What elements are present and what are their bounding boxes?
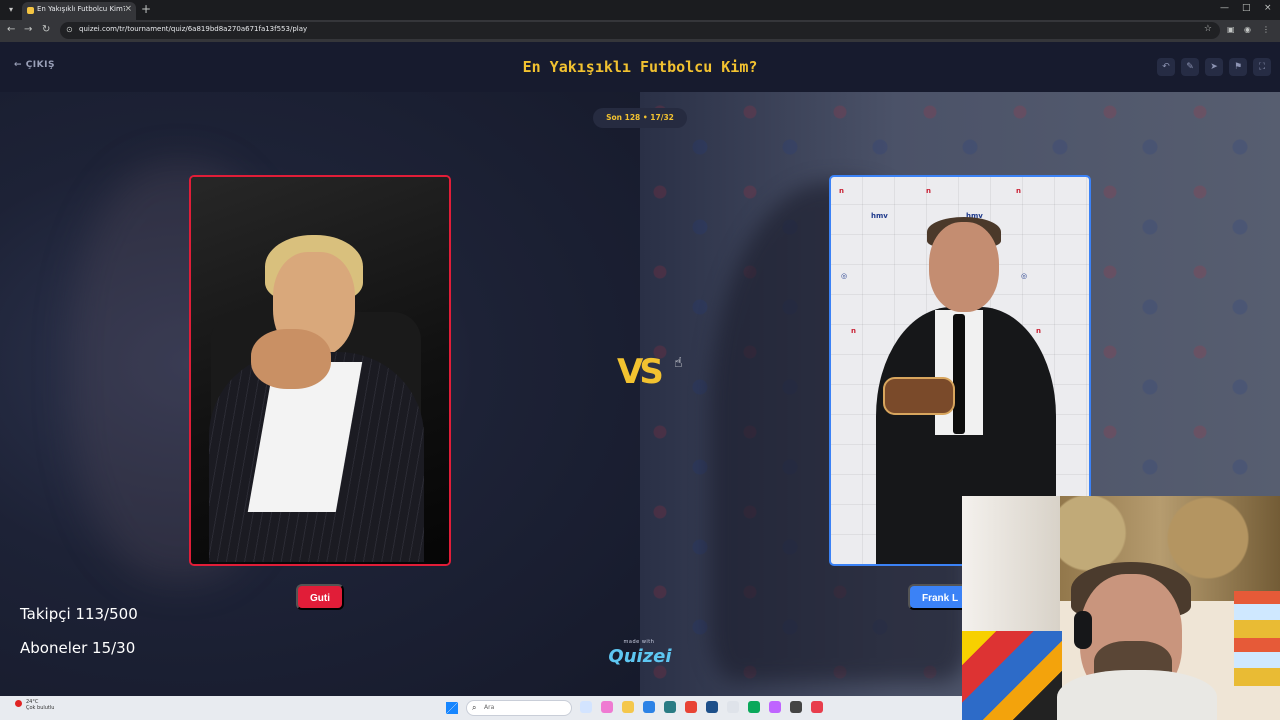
- browser-window: ▾ En Yakışıklı Futbolcu Kim? - Tie × + —…: [0, 0, 1280, 42]
- minimize-icon[interactable]: —: [1220, 3, 1229, 13]
- edit-icon[interactable]: ✎: [1181, 58, 1199, 76]
- copilot-icon[interactable]: [601, 701, 613, 713]
- subscribers-stat: Aboneler 15/30: [20, 639, 136, 657]
- maximize-icon[interactable]: □: [1242, 3, 1251, 13]
- reload-icon[interactable]: ↻: [42, 24, 50, 35]
- close-window-icon[interactable]: ×: [1264, 3, 1272, 13]
- edge-icon[interactable]: [643, 701, 655, 713]
- browser-menu-icon[interactable]: ⋮: [1262, 25, 1272, 35]
- headphone-icon: [1074, 611, 1092, 649]
- left-contestant-card[interactable]: [189, 175, 451, 566]
- made-with-label: made with: [623, 639, 655, 645]
- weather-widget[interactable]: 24°C Çok bulutlu: [26, 699, 54, 711]
- quizei-favicon-icon: [27, 7, 34, 14]
- app-icon[interactable]: [664, 701, 676, 713]
- trophy-icon: [883, 377, 955, 415]
- undo-icon[interactable]: ↶: [1157, 58, 1175, 76]
- versus-icon: VS: [617, 352, 664, 392]
- app-icon[interactable]: [811, 701, 823, 713]
- tie-shape: [953, 314, 965, 434]
- sponsor-logo-icon: n: [926, 187, 931, 195]
- share-icon[interactable]: ➤: [1205, 58, 1223, 76]
- search-icon: ⌕: [472, 703, 477, 712]
- tab-menu-button[interactable]: ▾: [4, 3, 18, 17]
- tab-title: En Yakışıklı Futbolcu Kim? - Tie: [37, 5, 125, 13]
- wall-posters: [1234, 591, 1280, 686]
- media-icon[interactable]: [769, 701, 781, 713]
- forward-icon[interactable]: →: [24, 24, 32, 35]
- webcam-overlay: [962, 496, 1280, 720]
- browser-tab[interactable]: En Yakışıklı Futbolcu Kim? - Tie ×: [22, 2, 136, 20]
- address-bar[interactable]: ⊙ quizei.com/tr/tournament/quiz/6a819bd8…: [60, 22, 1220, 39]
- followers-stat: Takipçi 113/500: [20, 605, 138, 623]
- sponsor-logo-icon: n: [851, 327, 856, 335]
- weather-alert-icon: [15, 700, 22, 707]
- select-guti-button[interactable]: Guti: [296, 584, 344, 610]
- snipping-tool-icon[interactable]: [727, 701, 739, 713]
- site-info-icon[interactable]: ⊙: [66, 25, 73, 34]
- obs-icon[interactable]: [790, 701, 802, 713]
- fullscreen-icon[interactable]: ⛶: [1253, 58, 1271, 76]
- sponsor-logo-icon: n: [1016, 187, 1021, 195]
- sponsor-logo-icon: n: [839, 187, 844, 195]
- flag-icon[interactable]: ⚑: [1229, 58, 1247, 76]
- browser-toolbar: ← → ↻ ⊙ quizei.com/tr/tournament/quiz/6a…: [0, 20, 1280, 42]
- club-crest-icon: ◎: [1021, 272, 1028, 280]
- chrome-icon[interactable]: [685, 701, 697, 713]
- bookmark-star-icon[interactable]: ☆: [1204, 24, 1212, 34]
- whatsapp-icon[interactable]: [748, 701, 760, 713]
- url-text[interactable]: quizei.com/tr/tournament/quiz/6a819bd8a2…: [79, 25, 307, 33]
- extensions-icon[interactable]: ▣: [1227, 25, 1237, 35]
- club-crest-icon: ◎: [841, 272, 848, 280]
- file-explorer-icon[interactable]: [622, 701, 634, 713]
- comic-posters: [962, 631, 1062, 720]
- windows-start-icon[interactable]: [446, 702, 458, 714]
- quiz-header: ← ÇIKIŞ En Yakışıklı Futbolcu Kim? ↶ ✎ ➤…: [0, 42, 1280, 92]
- pointer-cursor-icon: ☝: [674, 355, 683, 371]
- close-tab-icon[interactable]: ×: [124, 4, 132, 14]
- tab-strip: ▾ En Yakışıklı Futbolcu Kim? - Tie × + —…: [0, 0, 1280, 20]
- face-shape: [929, 222, 999, 312]
- weather-desc: Çok bulutlu: [26, 705, 55, 711]
- sponsor-logo-icon: hmv: [871, 212, 888, 220]
- streamer-shirt: [1057, 670, 1217, 720]
- profile-icon[interactable]: ◉: [1244, 25, 1254, 35]
- taskbar-search[interactable]: ⌕ Ara: [466, 700, 572, 716]
- hand-shape: [251, 329, 331, 389]
- back-icon[interactable]: ←: [7, 24, 15, 35]
- guti-photo: [191, 177, 449, 564]
- task-view-icon[interactable]: [580, 701, 592, 713]
- search-label: Ara: [484, 704, 495, 711]
- round-progress-pill: Son 128 • 17/32: [593, 108, 687, 128]
- quizei-logo[interactable]: Quizei: [607, 646, 673, 667]
- sponsor-logo-icon: n: [1036, 327, 1041, 335]
- new-tab-button[interactable]: +: [141, 2, 151, 16]
- steam-icon[interactable]: [706, 701, 718, 713]
- page-title: En Yakışıklı Futbolcu Kim?: [522, 58, 758, 76]
